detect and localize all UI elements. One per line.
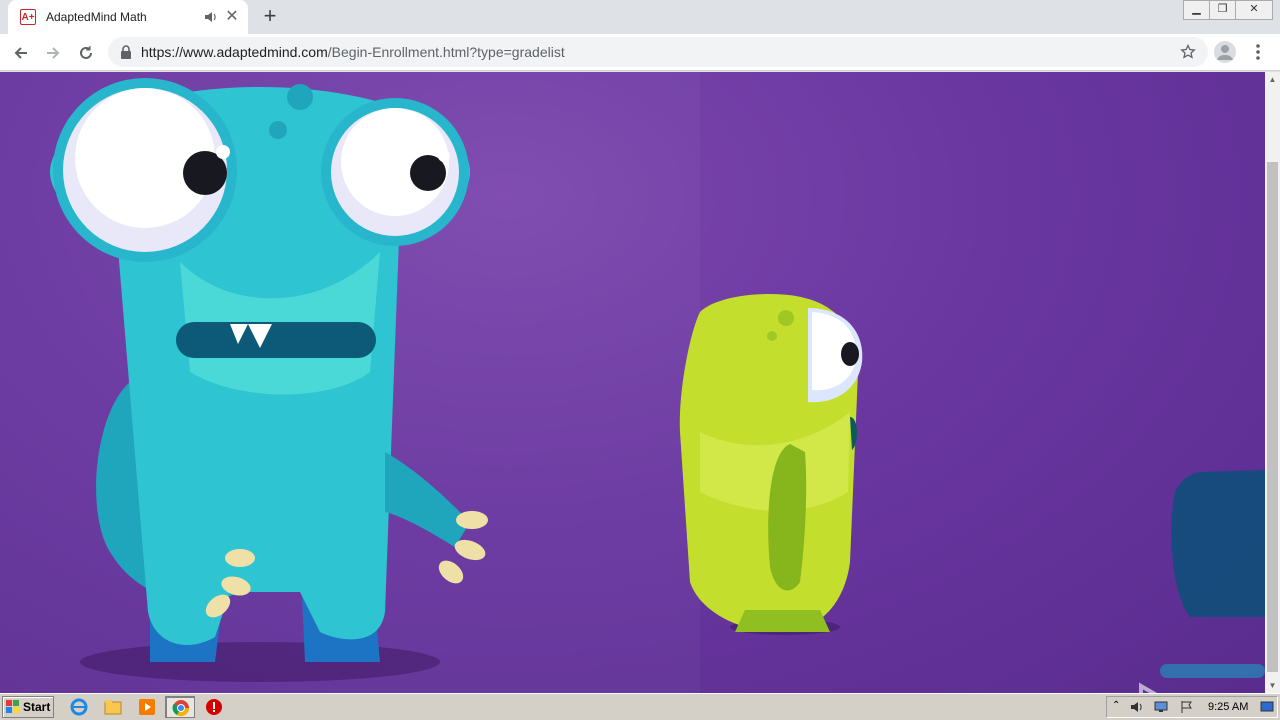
reload-icon	[80, 46, 92, 59]
show-hidden-icons-icon[interactable]: ⌃	[1112, 700, 1126, 714]
new-tab-button[interactable]: +	[258, 5, 282, 28]
url-domain: https://www.adaptedmind.com	[141, 44, 328, 60]
site-favicon-icon: A+	[20, 9, 36, 25]
show-desktop-icon[interactable]	[1260, 700, 1274, 714]
lock-icon	[121, 45, 131, 59]
blue-object	[1160, 470, 1265, 678]
windows-taskbar: Start ⌃ 9:25 AM	[0, 693, 1280, 720]
url-path: /Begin-Enrollment.html?type=gradelist	[327, 44, 565, 60]
scroll-down-arrow-icon[interactable]: ▼	[1265, 678, 1280, 693]
monster-animation	[50, 78, 1265, 682]
profile-avatar-icon[interactable]	[1214, 41, 1236, 63]
close-tab-icon[interactable]: ✕	[224, 9, 240, 25]
internet-explorer-icon[interactable]	[70, 698, 88, 716]
back-button[interactable]	[8, 40, 34, 66]
play-logo-icon	[1139, 682, 1158, 693]
scroll-up-arrow-icon[interactable]: ▲	[1265, 72, 1280, 87]
minimize-window-button[interactable]: ▁	[1183, 0, 1210, 20]
watermark-left-text: ANY	[1038, 685, 1131, 693]
person-icon	[1217, 45, 1233, 60]
chrome-taskbar-button[interactable]	[165, 696, 195, 718]
restore-window-button[interactable]: ❐	[1209, 0, 1236, 20]
anyrun-watermark: ANY RUN	[1038, 682, 1265, 693]
action-center-flag-icon[interactable]	[1180, 700, 1194, 714]
browser-tab[interactable]: A+ AdaptedMind Math ✕	[8, 0, 248, 34]
vertical-scrollbar[interactable]: ▲ ▼	[1265, 72, 1280, 693]
green-monster	[679, 294, 863, 635]
scrollbar-thumb[interactable]	[1267, 162, 1278, 672]
browser-toolbar: https://www.adaptedmind.com/Begin-Enroll…	[0, 34, 1280, 71]
forward-arrow-icon	[47, 47, 60, 59]
taskbar-clock[interactable]: 9:25 AM	[1208, 701, 1248, 713]
teal-monster-shadow	[80, 642, 440, 682]
file-explorer-icon[interactable]	[104, 698, 122, 716]
network-icon[interactable]	[1154, 700, 1168, 714]
volume-icon[interactable]	[1130, 700, 1144, 714]
chrome-icon	[172, 700, 190, 717]
windows-flag-icon	[6, 700, 19, 713]
forward-button[interactable]	[40, 40, 66, 66]
tab-strip: A+ AdaptedMind Math ✕ + ▁ ❐ ✕	[0, 0, 1280, 34]
media-player-icon[interactable]	[138, 698, 156, 716]
address-bar[interactable]: https://www.adaptedmind.com/Begin-Enroll…	[108, 37, 1208, 67]
back-arrow-icon	[14, 47, 27, 59]
reload-button[interactable]	[73, 40, 99, 66]
warning-app-icon[interactable]	[205, 698, 223, 716]
watermark-right-text: RUN	[1191, 685, 1265, 693]
close-window-button[interactable]: ✕	[1235, 0, 1273, 20]
url-text: https://www.adaptedmind.com/Begin-Enroll…	[141, 44, 565, 60]
speaker-icon[interactable]	[204, 10, 218, 24]
bookmark-star-icon[interactable]	[1180, 44, 1196, 60]
kebab-menu-icon[interactable]	[1250, 40, 1266, 64]
start-label: Start	[23, 700, 51, 714]
start-button[interactable]: Start	[2, 696, 54, 718]
web-content[interactable]: ANY RUN	[0, 72, 1265, 693]
tab-title: AdaptedMind Math	[46, 10, 147, 24]
